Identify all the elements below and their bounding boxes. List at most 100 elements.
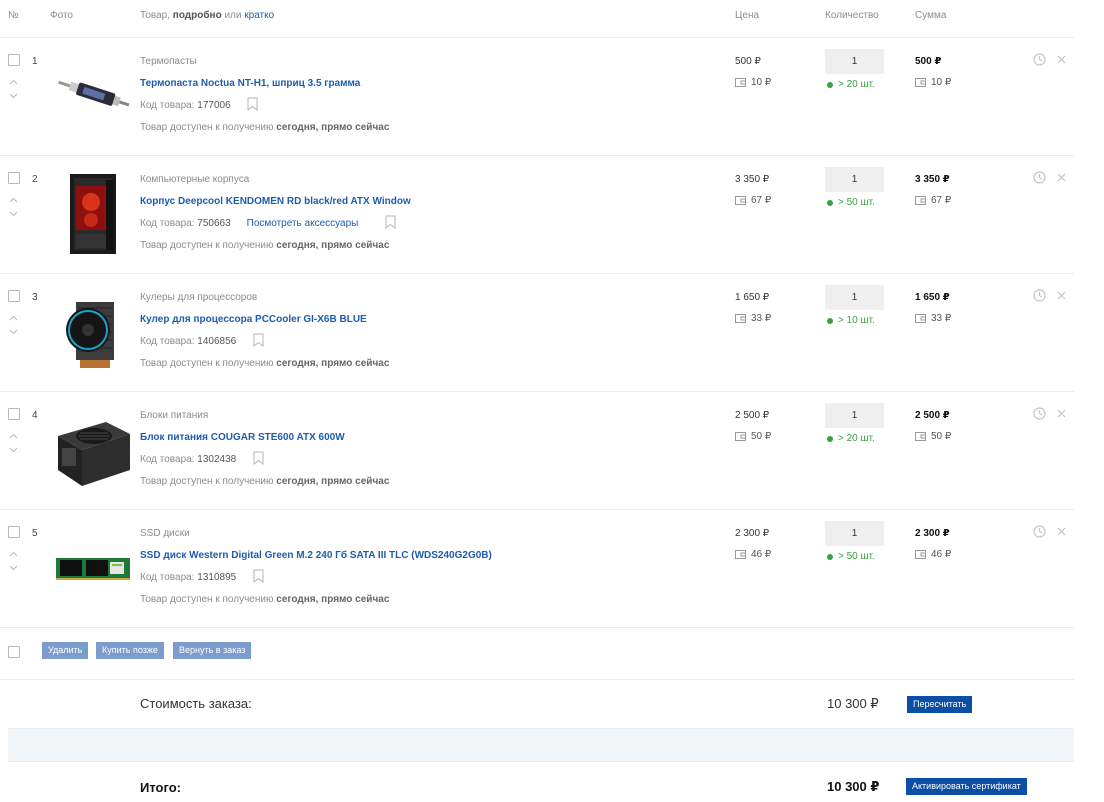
view-brief-link[interactable]: кратко xyxy=(244,10,274,21)
recalculate-button[interactable]: Пересчитать xyxy=(907,696,973,713)
item-bonus-value: 46 ₽ xyxy=(751,549,772,560)
move-up-icon[interactable] xyxy=(9,432,18,441)
stock-status: > 20 шт. xyxy=(827,433,875,444)
product-photo[interactable] xyxy=(50,526,136,610)
stock-dot-icon xyxy=(827,553,833,560)
bookmark-icon[interactable] xyxy=(253,451,264,466)
product-photo[interactable] xyxy=(50,172,136,256)
move-up-icon[interactable] xyxy=(9,550,18,559)
item-select-checkbox[interactable] xyxy=(8,54,20,66)
quantity-input[interactable] xyxy=(825,49,884,74)
move-up-icon[interactable] xyxy=(9,314,18,323)
item-sum-bonus-value: 33 ₽ xyxy=(931,313,952,324)
availability-prefix: Товар доступен к получению xyxy=(140,476,277,487)
item-select-checkbox[interactable] xyxy=(8,526,20,538)
product-code-label: Код товара: xyxy=(140,572,198,583)
product-code-value: 1310895 xyxy=(197,572,237,583)
stock-dot-icon xyxy=(827,199,833,206)
quantity-input[interactable] xyxy=(825,403,884,428)
clock-icon[interactable] xyxy=(1033,171,1046,184)
product-code-value: 750663 xyxy=(197,218,231,229)
product-title-link[interactable]: Кулер для процессора PCCooler GI-X6B BLU… xyxy=(140,314,367,325)
item-sum-bonus: 10 ₽ xyxy=(915,77,951,88)
item-bonus-value: 67 ₽ xyxy=(751,195,772,206)
clock-icon[interactable] xyxy=(1033,289,1046,302)
quantity-input[interactable] xyxy=(825,285,884,310)
product-code-label: Код товара: xyxy=(140,218,198,229)
item-price: 1 650 ₽ xyxy=(735,292,770,303)
item-sum-bonus: 33 ₽ xyxy=(915,313,951,324)
move-down-icon[interactable] xyxy=(9,91,18,100)
stock-text: > 10 шт. xyxy=(838,315,875,326)
product-title-link[interactable]: Блок питания COUGAR STE600 ATX 600W xyxy=(140,432,345,443)
move-up-icon[interactable] xyxy=(9,78,18,87)
item-sum: 500 ₽ xyxy=(915,56,942,67)
stock-dot-icon xyxy=(827,317,833,324)
product-code-label: Код товара: xyxy=(140,336,198,347)
wallet-icon xyxy=(915,550,926,559)
item-select-checkbox[interactable] xyxy=(8,408,20,420)
product-code-label: Код товара: xyxy=(140,100,198,111)
item-select-checkbox[interactable] xyxy=(8,172,20,184)
stock-status: > 10 шт. xyxy=(827,315,875,326)
remove-item-close-icon[interactable] xyxy=(1057,55,1066,64)
item-bonus: 50 ₽ xyxy=(735,431,771,442)
return-to-order-button[interactable]: Вернуть в заказ xyxy=(173,642,252,659)
product-code-value: 1406856 xyxy=(197,336,237,347)
clock-icon[interactable] xyxy=(1033,53,1046,66)
item-sum-bonus-value: 46 ₽ xyxy=(931,549,952,560)
move-down-icon[interactable] xyxy=(9,563,18,572)
clock-icon[interactable] xyxy=(1033,407,1046,420)
header-product: Товар, подробно или кратко xyxy=(140,10,274,21)
item-bonus-value: 50 ₽ xyxy=(751,431,772,442)
activate-certificate-button[interactable]: Активировать сертификат xyxy=(906,778,1027,795)
wallet-icon xyxy=(735,432,746,441)
buy-later-button[interactable]: Купить позже xyxy=(96,642,164,659)
stock-dot-icon xyxy=(827,81,833,88)
product-photo[interactable] xyxy=(50,54,136,138)
remove-item-close-icon[interactable] xyxy=(1057,527,1066,536)
clock-icon[interactable] xyxy=(1033,525,1046,538)
bookmark-icon[interactable] xyxy=(253,569,264,584)
availability-when: сегодня, прямо сейчас xyxy=(276,122,390,133)
product-code: Код товара: 1310895 xyxy=(140,572,236,583)
remove-item-close-icon[interactable] xyxy=(1057,173,1066,182)
wallet-icon xyxy=(915,78,926,87)
delete-button[interactable]: Удалить xyxy=(42,642,89,659)
remove-item-close-icon[interactable] xyxy=(1057,291,1066,300)
product-title-link[interactable]: Термопаста Noctua NT-H1, шприц 3.5 грамм… xyxy=(140,78,360,89)
bookmark-icon[interactable] xyxy=(385,215,396,230)
quantity-input[interactable] xyxy=(825,167,884,192)
quantity-input[interactable] xyxy=(825,521,884,546)
product-title-link[interactable]: SSD диск Western Digital Green M.2 240 Г… xyxy=(140,550,492,561)
remove-item-close-icon[interactable] xyxy=(1057,409,1066,418)
move-down-icon[interactable] xyxy=(9,327,18,336)
product-title-link[interactable]: Корпус Deepcool KENDOMEN RD black/red AT… xyxy=(140,196,411,207)
availability-prefix: Товар доступен к получению xyxy=(140,122,277,133)
bulk-actions-bar: Удалить Купить позже Вернуть в заказ xyxy=(0,628,1074,680)
wallet-icon xyxy=(735,196,746,205)
wallet-icon xyxy=(735,550,746,559)
select-all-checkbox[interactable] xyxy=(8,646,20,658)
product-code-value: 1302438 xyxy=(197,454,237,465)
item-number: 5 xyxy=(32,528,38,539)
header-sum: Сумма xyxy=(915,10,947,21)
view-detailed-toggle[interactable]: подробно xyxy=(173,10,222,21)
bookmark-icon[interactable] xyxy=(247,97,258,112)
order-total-value: 10 300 ₽ xyxy=(827,779,880,794)
header-num: № xyxy=(8,10,19,21)
product-photo[interactable] xyxy=(50,408,136,492)
move-up-icon[interactable] xyxy=(9,196,18,205)
wallet-icon xyxy=(915,196,926,205)
item-select-checkbox[interactable] xyxy=(8,290,20,302)
move-down-icon[interactable] xyxy=(9,209,18,218)
stock-status: > 50 шт. xyxy=(827,551,875,562)
product-photo[interactable] xyxy=(50,290,136,374)
product-code: Код товара: 1406856 xyxy=(140,336,236,347)
product-category: Термопасты xyxy=(140,56,197,67)
stock-status: > 20 шт. xyxy=(827,79,875,90)
view-accessories-link[interactable]: Посмотреть аксессуары xyxy=(247,218,359,229)
bookmark-icon[interactable] xyxy=(253,333,264,348)
item-price: 500 ₽ xyxy=(735,56,761,67)
move-down-icon[interactable] xyxy=(9,445,18,454)
